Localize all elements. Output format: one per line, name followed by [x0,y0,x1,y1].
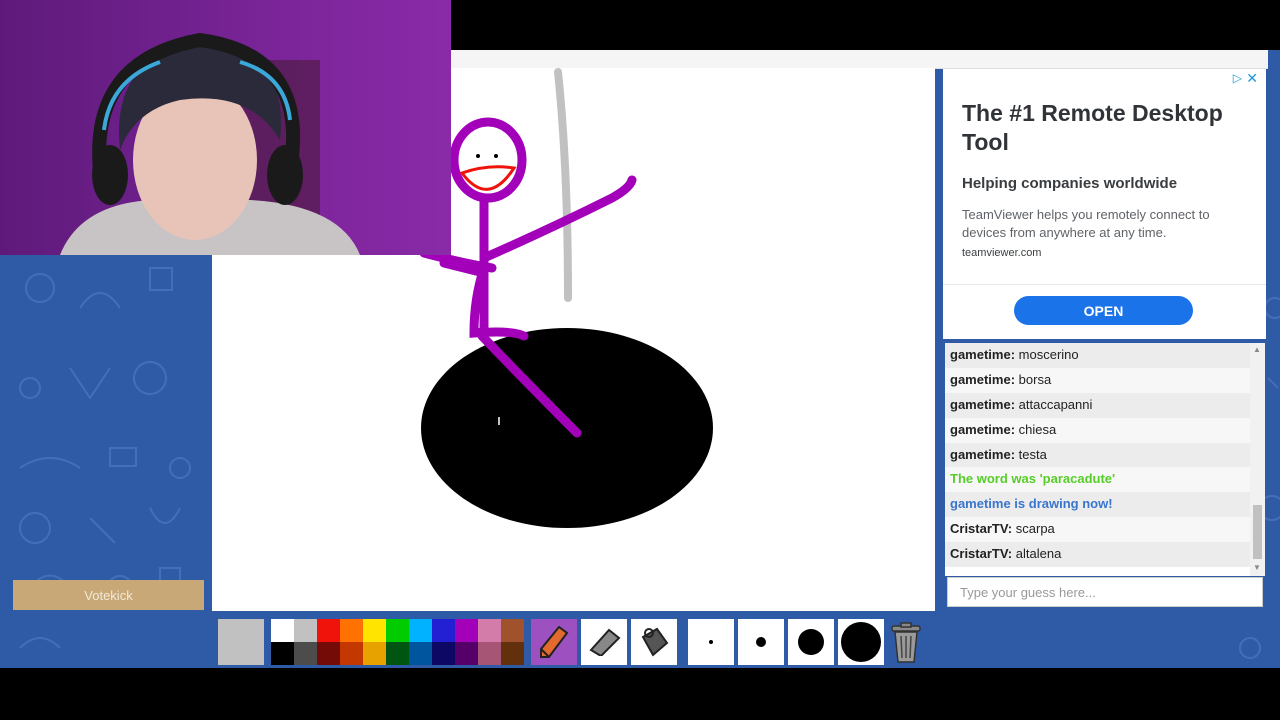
trash-icon[interactable] [888,622,924,664]
system-message: The word was 'paracadute' [950,471,1116,487]
close-icon[interactable]: ✕ [1246,70,1258,87]
color-swatch[interactable] [501,619,524,642]
fill-bucket-icon [641,627,669,657]
color-swatch[interactable] [432,619,455,642]
chat-message: CristarTV: altalena [945,542,1250,568]
color-swatch[interactable] [271,642,294,665]
system-message: gametime is drawing now! [950,496,1113,512]
eraser-tool[interactable] [581,619,627,665]
skribbl-game-screen: ▷ ✕ The #1 Remote Desktop Tool Helping c… [0,0,1280,720]
chat-text: altalena [1015,546,1062,562]
scroll-down-icon[interactable]: ▼ [1253,563,1261,572]
brush-size-4[interactable] [838,619,884,665]
color-swatch[interactable] [386,642,409,665]
size-dot [841,622,881,662]
color-palette[interactable] [271,619,524,665]
ad-choices-icon[interactable]: ▷ [1233,71,1242,85]
chat-text: moscerino [1018,347,1079,362]
fill-tool[interactable] [631,619,677,665]
color-swatch[interactable] [317,642,340,665]
brush-size-1[interactable] [688,619,734,665]
chat-username: CristarTV: [950,521,1013,537]
color-swatch[interactable] [340,642,363,665]
chat-scrollbar[interactable]: ▲ ▼ [1250,343,1265,576]
chat-message: gametime: attaccapanni [945,392,1250,418]
color-swatch[interactable] [363,619,386,642]
pencil-tool[interactable] [531,619,577,665]
color-swatch[interactable] [317,619,340,642]
size-dot [756,637,766,647]
color-swatch[interactable] [478,619,501,642]
color-swatch[interactable] [432,642,455,665]
brush-size-3[interactable] [788,619,834,665]
chat-username: gametime: [950,396,1016,412]
streamer-figure [60,32,360,255]
chat-text: testa [1018,446,1047,462]
chat-message: gametime: borsa [945,367,1250,393]
chat-username: gametime: [950,347,1016,362]
chat-message: CristarTV: scarpa [945,517,1250,543]
chat-username: CristarTV: [950,546,1013,562]
color-swatch[interactable] [409,642,432,665]
color-swatch[interactable] [386,619,409,642]
color-swatch[interactable] [271,619,294,642]
chat-text: borsa [1018,371,1052,387]
chat-message: The word was 'paracadute' [945,467,1250,493]
color-swatch[interactable] [455,642,478,665]
chat-username: gametime: [950,446,1016,462]
chat-username: gametime: [950,421,1016,437]
size-dot [798,629,824,655]
chat-text: attaccapanni [1018,396,1093,412]
votekick-button[interactable]: Votekick [13,580,204,610]
chat-message: gametime: moscerino [945,343,1250,368]
eraser-icon [589,628,621,656]
color-swatch[interactable] [294,642,317,665]
ad-title[interactable]: The #1 Remote Desktop Tool [962,99,1252,157]
brush-size-2[interactable] [738,619,784,665]
streamer-webcam [0,0,451,255]
header-strip [450,50,1268,69]
ad-divider [943,284,1266,285]
guess-input[interactable] [947,577,1263,607]
color-swatch[interactable] [340,619,363,642]
ad-description: TeamViewer helps you remotely connect to… [962,207,1210,240]
color-swatch[interactable] [363,642,386,665]
color-swatch[interactable] [455,619,478,642]
chat-username: gametime: [950,371,1016,387]
scroll-up-icon[interactable]: ▲ [1253,345,1261,354]
chat-list: gametime: moscerino gametime: borsa gameti… [945,343,1250,568]
ad-panel[interactable]: ▷ ✕ The #1 Remote Desktop Tool Helping c… [943,69,1266,339]
ad-subtitle: Helping companies worldwide [962,175,1178,192]
chat-message: gametime: chiesa [945,417,1250,443]
size-dot [709,640,713,644]
color-swatch[interactable] [501,642,524,665]
chat-message: gametime: testa [945,442,1250,468]
pencil-icon [540,625,569,658]
color-swatch[interactable] [409,619,432,642]
current-color-preview [218,619,264,665]
color-swatch[interactable] [478,642,501,665]
scrollbar-thumb[interactable] [1253,505,1262,559]
chat-text: chiesa [1018,421,1057,437]
ad-url[interactable]: teamviewer.com [962,247,1041,259]
chat-message: gametime is drawing now! [945,492,1250,518]
ad-open-button[interactable]: OPEN [1014,296,1193,325]
color-swatch[interactable] [294,619,317,642]
bottom-black-bar [0,668,1280,720]
chat-panel[interactable]: gametime: moscerino gametime: borsa gameti… [945,343,1265,576]
chat-text: scarpa [1015,521,1055,537]
